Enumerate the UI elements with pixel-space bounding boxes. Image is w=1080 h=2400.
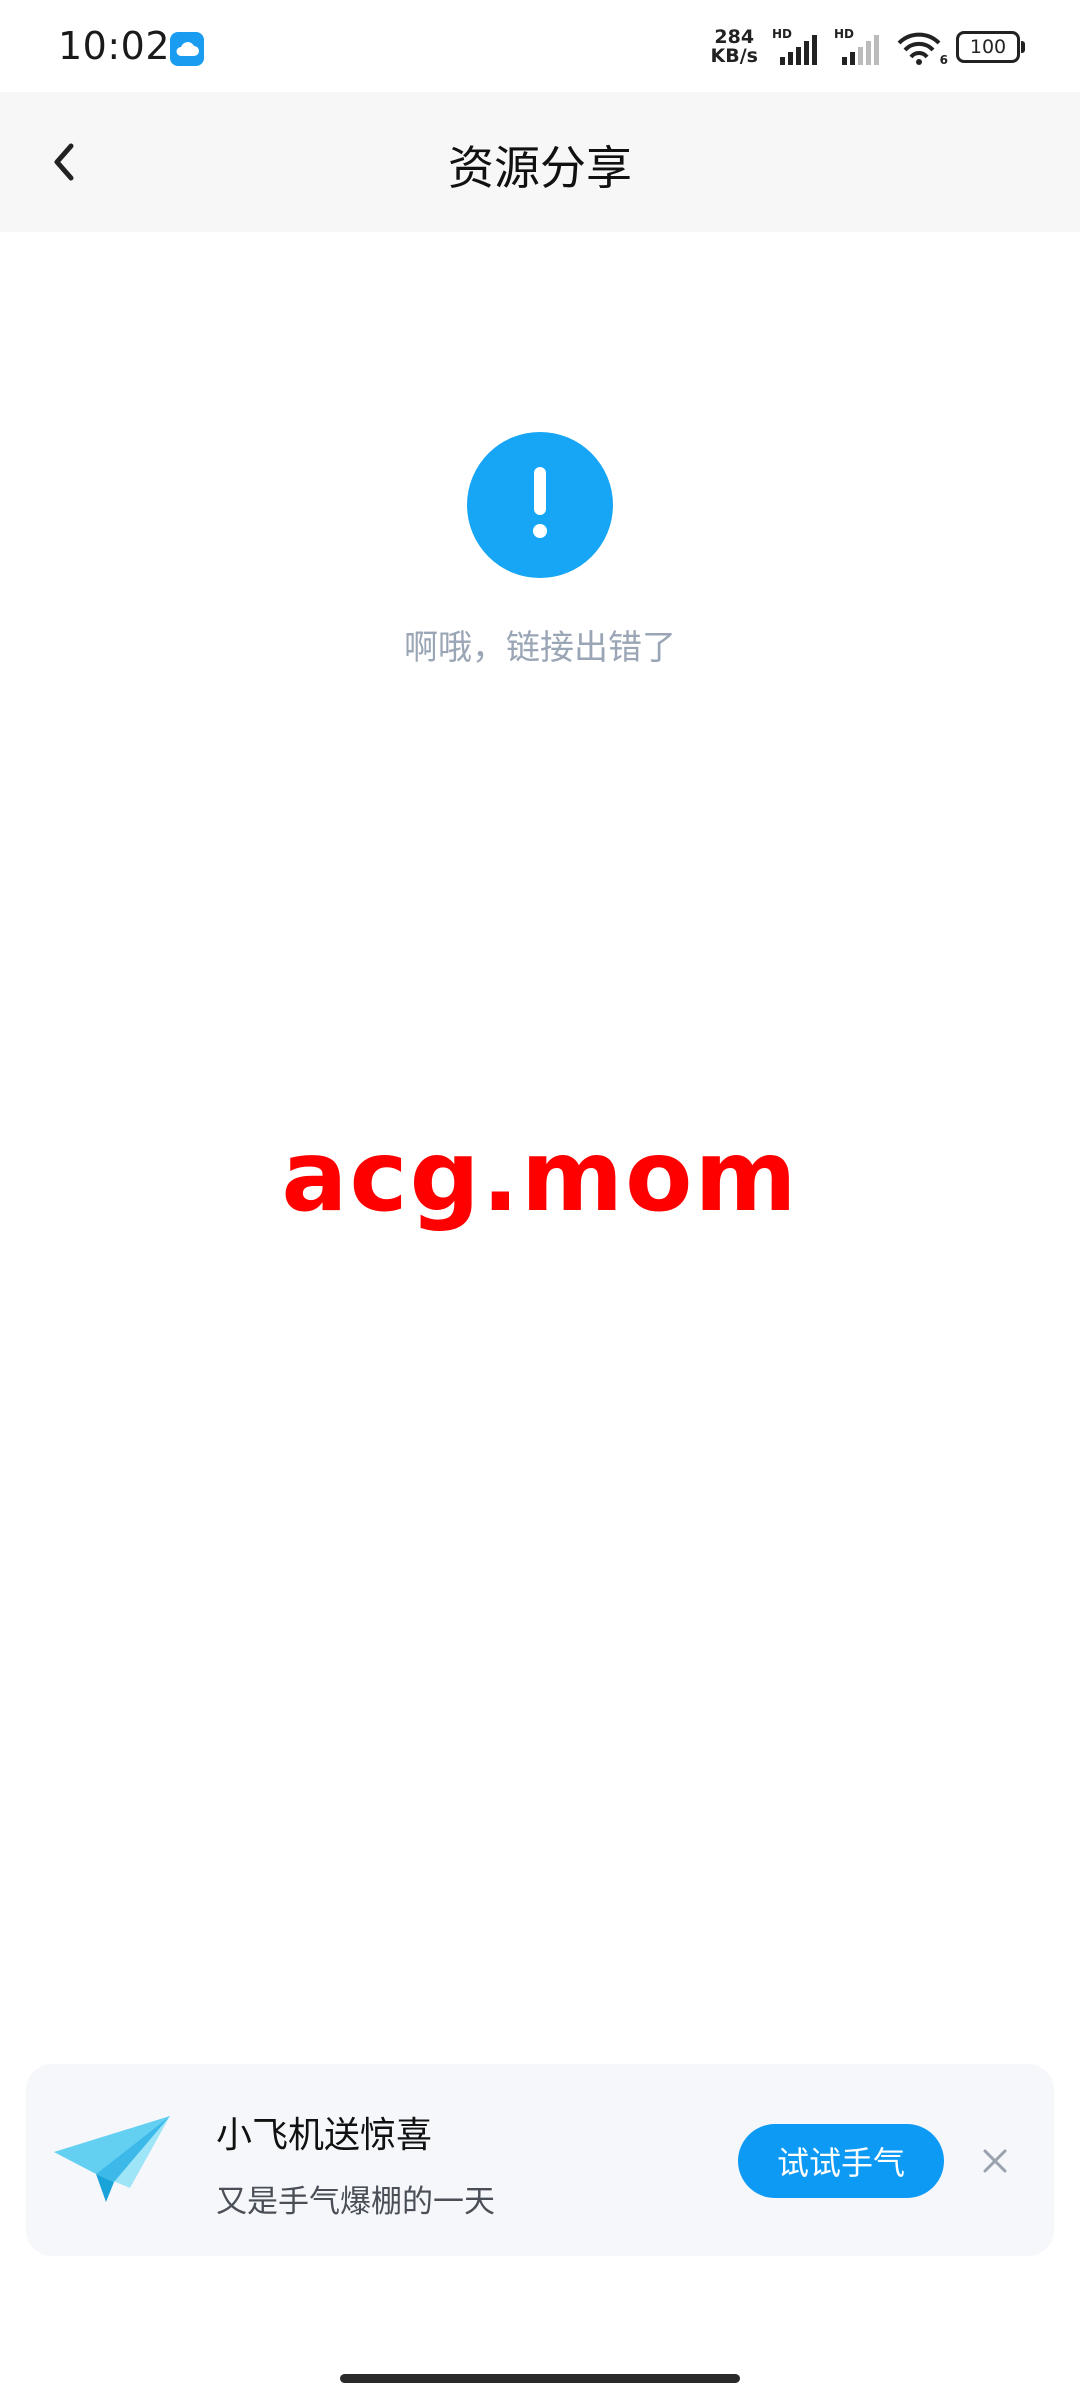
signal-icon: HD (772, 27, 820, 67)
close-icon (983, 2149, 1007, 2173)
nav-bar: 资源分享 (0, 92, 1080, 232)
status-time: 10:02 (58, 24, 171, 68)
page-title: 资源分享 (448, 141, 632, 195)
signal2-hd-label: HD (834, 27, 855, 41)
watermark: acg.mom (281, 1120, 799, 1234)
close-button[interactable] (976, 2142, 1014, 2180)
signal-hd-label: HD (772, 27, 793, 41)
network-speed: 284 KB/s (711, 28, 758, 66)
promo-title: 小飞机送惊喜 (216, 2115, 433, 2156)
wifi-label: 6 (939, 53, 948, 67)
network-speed-unit: KB/s (710, 45, 758, 67)
battery-level: 100 (969, 36, 1007, 58)
wifi-icon: 6 (896, 27, 948, 67)
status-bar: 10:02 284 KB/s HD HD 6 100 (0, 0, 1080, 92)
try-luck-button[interactable]: 试试手气 (738, 2124, 944, 2198)
error-message: 啊哦，链接出错了 (404, 628, 676, 668)
cloud-icon (170, 32, 204, 66)
exclamation-icon (467, 432, 613, 578)
home-indicator[interactable] (340, 2374, 740, 2383)
paper-plane-icon (52, 2110, 176, 2210)
status-icons: 284 KB/s HD HD 6 100 (711, 22, 1025, 72)
signal-icon-2: HD (834, 27, 882, 67)
battery-icon: 100 (956, 31, 1025, 63)
promo-subtitle: 又是手气爆棚的一天 (216, 2184, 495, 2220)
promo-card[interactable]: 小飞机送惊喜 又是手气爆棚的一天 试试手气 (26, 2064, 1054, 2256)
